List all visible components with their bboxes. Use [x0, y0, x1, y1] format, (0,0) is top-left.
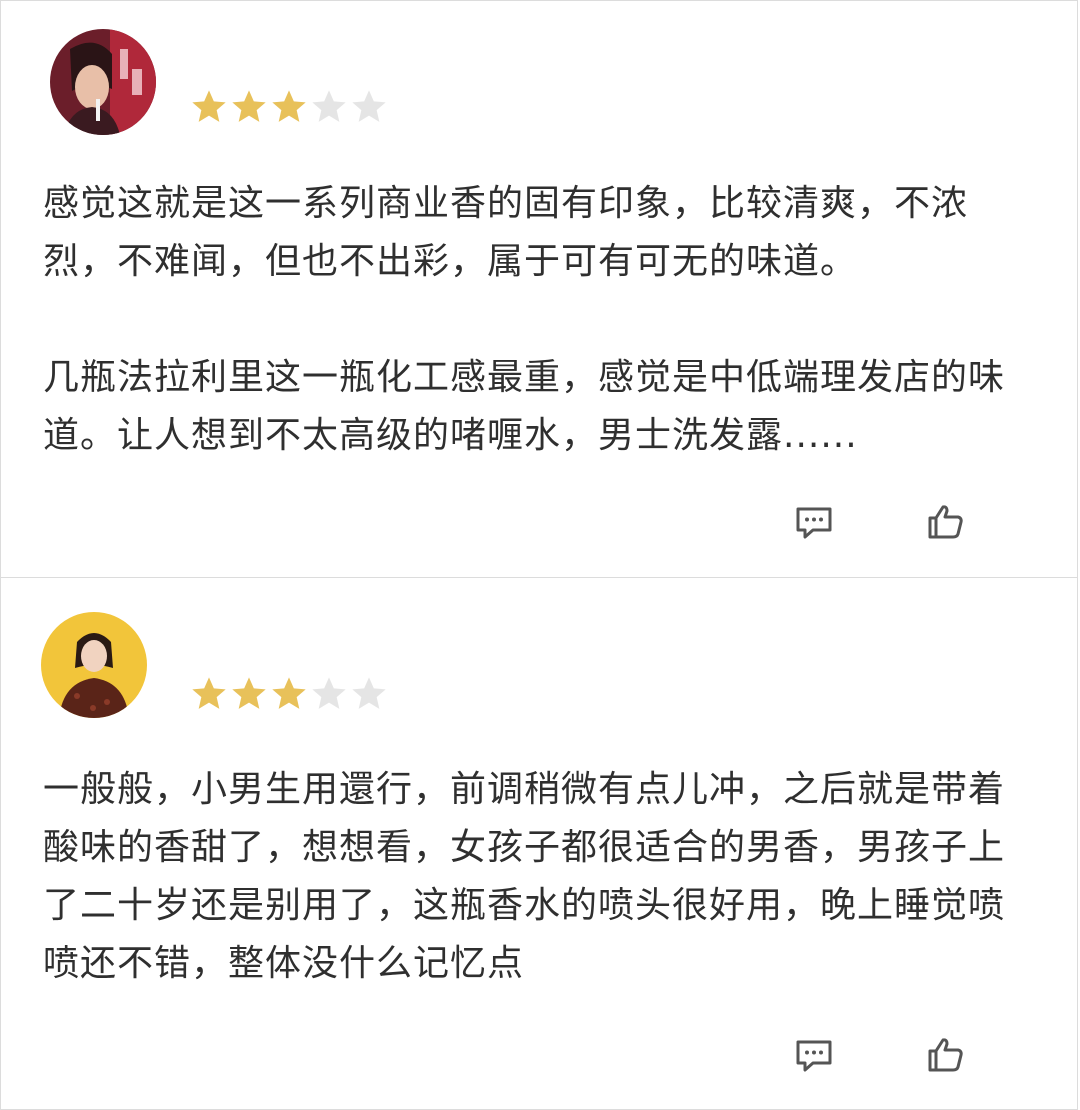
- star-rating: [189, 87, 389, 127]
- star-icon: [192, 90, 226, 122]
- avatar-image: [50, 29, 156, 135]
- star-icon: [272, 677, 306, 709]
- thumbs-up-icon[interactable]: [925, 1034, 967, 1076]
- review-card: 一般般，小男生用還行，前调稍微有点儿冲，之后就是带着 酸味的香甜了，想想看，女孩…: [0, 577, 1078, 1110]
- star-icon: [192, 677, 226, 709]
- review-text: 感觉这就是这一系列商业香的固有印象，比较清爽，不浓 烈，不难闻，但也不出彩，属于…: [43, 183, 1006, 456]
- star-icon: [232, 677, 266, 709]
- review-text: 一般般，小男生用還行，前调稍微有点儿冲，之后就是带着 酸味的香甜了，想想看，女孩…: [43, 769, 1006, 984]
- comment-icon[interactable]: [793, 1034, 835, 1076]
- thumbs-up-icon[interactable]: [925, 501, 967, 543]
- star-icon: [312, 90, 346, 122]
- comment-icon[interactable]: [793, 501, 835, 543]
- avatar-image: [41, 612, 147, 718]
- review-actions: [793, 1034, 967, 1076]
- user-avatar[interactable]: [50, 29, 156, 135]
- star-icon: [272, 90, 306, 122]
- star-icon: [352, 90, 386, 122]
- review-actions: [793, 501, 967, 543]
- star-icon: [232, 90, 266, 122]
- star-icon: [312, 677, 346, 709]
- review-card: 感觉这就是这一系列商业香的固有印象，比较清爽，不浓 烈，不难闻，但也不出彩，属于…: [0, 0, 1078, 578]
- user-avatar[interactable]: [41, 612, 147, 718]
- star-rating: [189, 674, 389, 714]
- star-icon: [352, 677, 386, 709]
